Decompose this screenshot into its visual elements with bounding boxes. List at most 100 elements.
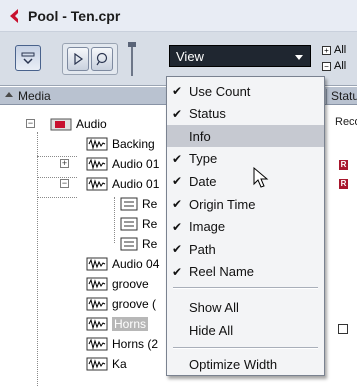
tree-row[interactable]: Audio 04 bbox=[86, 254, 159, 273]
menu-item-label: Status bbox=[189, 106, 226, 122]
audio-clip-icon bbox=[86, 337, 108, 351]
tree-row-label: Re bbox=[142, 216, 158, 231]
window-title: Pool - Ten.cpr bbox=[28, 7, 121, 24]
record-status-icon: R bbox=[339, 160, 348, 170]
menu-item-label: Date bbox=[189, 173, 217, 189]
menu-item-label: Image bbox=[189, 219, 226, 235]
menu-item[interactable]: ✔ Type bbox=[167, 148, 324, 170]
tree-row-label: groove ( bbox=[112, 296, 157, 311]
collapse-all-option[interactable]: − All bbox=[322, 60, 346, 72]
checkmark-icon: ✔ bbox=[171, 84, 183, 98]
audio-clip-icon bbox=[86, 177, 108, 191]
expand-icon[interactable]: + bbox=[60, 159, 69, 168]
play-icon bbox=[74, 53, 84, 65]
expand-all-label: All bbox=[334, 44, 347, 56]
tree-row[interactable]: groove ( bbox=[86, 294, 156, 313]
title-bar: Pool - Ten.cpr bbox=[0, 0, 357, 32]
view-menu: ✔ Use Count ✔ Status Info ✔ Type ✔ Date ✔ Origin T… bbox=[166, 76, 325, 376]
tree-folder-audio[interactable]: − Audio bbox=[26, 114, 107, 133]
menu-item-label: Use Count bbox=[189, 83, 251, 99]
tree-row[interactable]: groove bbox=[86, 274, 149, 293]
checkmark-icon: ✔ bbox=[171, 197, 183, 211]
collapse-icon[interactable]: − bbox=[60, 179, 69, 188]
menu-item-label: Show All bbox=[189, 299, 239, 315]
plus-box-icon: + bbox=[322, 45, 331, 55]
menu-item[interactable]: ✔ Date bbox=[167, 170, 324, 192]
tree-row-label: Audio 04 bbox=[112, 256, 160, 271]
tree-row[interactable]: Horns bbox=[86, 314, 149, 333]
menu-item-label: Path bbox=[189, 241, 216, 257]
tree-row[interactable]: − Audio 01 bbox=[60, 174, 160, 193]
menu-separator bbox=[173, 347, 318, 349]
tree-row-label: Re bbox=[142, 236, 158, 251]
tree-row-label: Horns bbox=[112, 316, 149, 331]
checkmark-icon: ✔ bbox=[171, 264, 183, 279]
tree-line bbox=[37, 132, 38, 386]
menu-item[interactable]: ✔ Use Count bbox=[167, 80, 324, 102]
show-info-button[interactable] bbox=[15, 45, 41, 71]
menu-item[interactable]: ✔ Reel Name bbox=[167, 261, 324, 283]
menu-separator bbox=[173, 287, 318, 289]
menu-item-show-all[interactable]: Show All bbox=[167, 296, 324, 318]
view-dropdown[interactable]: View bbox=[169, 45, 311, 67]
audio-clip-icon bbox=[86, 257, 108, 271]
checkmark-icon: ✔ bbox=[171, 106, 183, 121]
audio-event-icon bbox=[120, 217, 138, 231]
play-button[interactable] bbox=[67, 47, 89, 71]
column-media[interactable]: Media bbox=[18, 89, 51, 103]
collapse-icon[interactable]: − bbox=[26, 119, 35, 128]
menu-item[interactable]: ✔ Status bbox=[167, 103, 324, 125]
collapse-all-label: All bbox=[334, 60, 347, 72]
audio-clip-icon bbox=[86, 277, 108, 291]
audio-clip-icon bbox=[86, 157, 108, 171]
tree-row[interactable]: Backing bbox=[86, 134, 155, 153]
menu-item-label: Origin Time bbox=[189, 196, 256, 212]
tree-line bbox=[37, 156, 77, 157]
menu-item-optimize-width[interactable]: Optimize Width bbox=[167, 353, 324, 375]
volume-slider-icon[interactable] bbox=[124, 40, 140, 78]
tree-row[interactable]: Re bbox=[120, 214, 157, 233]
menu-item[interactable]: ✔ Path bbox=[167, 238, 324, 260]
audio-event-icon bbox=[120, 237, 138, 251]
tree-row[interactable]: Re bbox=[120, 194, 157, 213]
audio-clip-icon bbox=[86, 357, 108, 371]
tree-row-label: Audio 01 bbox=[112, 156, 160, 171]
checkmark-icon: ✔ bbox=[171, 242, 183, 257]
menu-item[interactable]: ✔ Origin Time bbox=[167, 193, 324, 215]
tree-row-label: Re bbox=[142, 196, 158, 211]
tree-row-label: Backing bbox=[112, 136, 155, 151]
audio-clip-icon bbox=[86, 297, 108, 311]
tree-row[interactable]: Re bbox=[120, 234, 157, 253]
folder-icon bbox=[50, 118, 72, 130]
menu-item[interactable]: Info bbox=[167, 125, 324, 148]
menu-item-hide-all[interactable]: Hide All bbox=[167, 319, 324, 341]
checkmark-icon: ✔ bbox=[171, 151, 183, 166]
menu-item-label: Info bbox=[189, 128, 211, 144]
mouse-pointer-icon bbox=[253, 167, 269, 188]
sort-caret-icon bbox=[5, 92, 13, 97]
tree-folder-label: Audio bbox=[76, 116, 107, 131]
tree-row[interactable]: + Audio 01 bbox=[60, 154, 160, 173]
tree-row[interactable]: Ka bbox=[86, 354, 127, 373]
edit-status-icon bbox=[338, 324, 348, 334]
audio-clip-icon bbox=[86, 317, 108, 331]
app-logo-icon bbox=[10, 8, 18, 23]
loop-button[interactable] bbox=[91, 47, 113, 71]
checkmark-icon: ✔ bbox=[171, 219, 183, 234]
minus-box-icon: − bbox=[322, 61, 331, 71]
view-dropdown-label: View bbox=[176, 49, 204, 64]
checkmark-icon: ✔ bbox=[171, 174, 183, 189]
tree-row[interactable]: Horns (2 bbox=[86, 334, 158, 353]
tree-row-label: Audio 01 bbox=[112, 176, 160, 191]
tree-line bbox=[37, 197, 77, 198]
menu-item[interactable]: ✔ Image bbox=[167, 216, 324, 238]
tree-line bbox=[37, 177, 77, 178]
menu-item-label: Reel Name bbox=[189, 264, 255, 280]
column-status[interactable]: Statu bbox=[326, 89, 357, 105]
record-status-icon: R bbox=[339, 179, 348, 189]
status-record-text: Reco bbox=[335, 116, 357, 128]
expand-all-option[interactable]: + All bbox=[322, 44, 346, 56]
tree-row-label: Horns (2 bbox=[112, 336, 159, 351]
tree-row-label: groove bbox=[112, 276, 149, 291]
menu-item-label: Type bbox=[189, 151, 218, 167]
